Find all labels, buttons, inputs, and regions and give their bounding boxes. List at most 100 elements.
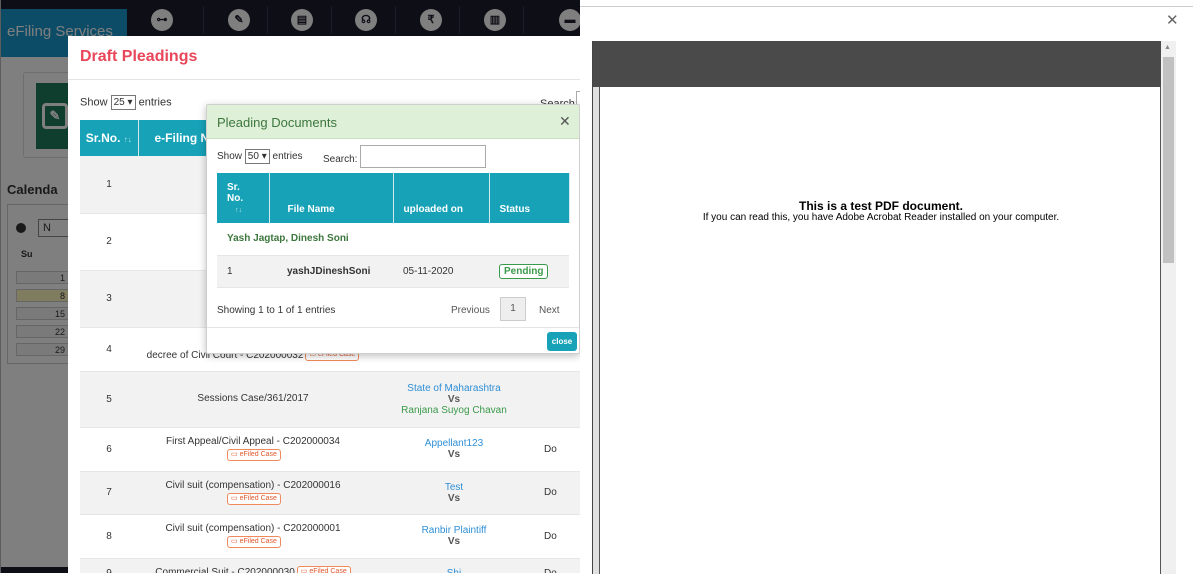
viewer-toolbar (593, 41, 1161, 87)
table-row[interactable]: 1 yashJDineshSoni 05-11-2020 Pending (217, 255, 569, 288)
respondent-label: Ranjana Suyog Chavan (401, 404, 507, 416)
monitor-icon: ▭ (231, 451, 240, 459)
close-button[interactable]: close (547, 332, 577, 351)
vs-label: Vs (447, 393, 461, 405)
sort-icon: ↑↓ (235, 207, 242, 214)
sr-cell: 2 (80, 213, 138, 271)
petitioner-link[interactable]: Shi (447, 568, 461, 574)
documents-link[interactable] (540, 371, 580, 428)
table-row[interactable]: 5 Sessions Case/361/2017 State of Maharash… (80, 371, 580, 428)
modal-header: Pleading Documents ✕ (207, 105, 579, 139)
petitioner-link[interactable]: Appellant123 (425, 438, 483, 449)
uploaded-on-cell: 05-11-2020 (393, 255, 489, 288)
case-title: First Appeal/Civil Appeal - C202000034 (166, 436, 340, 447)
header-label: File Name (287, 204, 335, 215)
efiled-badge: ▭ eFiled Case (227, 449, 281, 462)
status-cell: Pending (489, 255, 569, 288)
page-length-control: Show 50 ▾ entries (217, 149, 303, 164)
header-label: e-Filing N (154, 131, 210, 145)
next-button[interactable]: Next (539, 305, 560, 316)
search-label: Search: (323, 154, 358, 165)
scroll-up-icon[interactable]: ▲ (1164, 44, 1171, 51)
monitor-icon: ▭ (231, 538, 240, 546)
documents-link[interactable]: Do (540, 471, 580, 515)
petitioner-link[interactable]: Test (445, 482, 463, 493)
efiled-label: eFiled Case (309, 568, 347, 573)
column-header-sr[interactable]: Sr.No. ↑↓ (80, 120, 139, 156)
sr-cell: 1 (217, 255, 269, 288)
sr-cell: 8 (80, 514, 138, 559)
documents-link[interactable]: Do (540, 427, 580, 472)
sr-cell: 9 (80, 558, 138, 573)
show-label: Show (80, 96, 108, 109)
sort-icon: ↑↓ (123, 135, 132, 144)
page-button[interactable]: 1 (500, 297, 526, 321)
pdf-page: This is a test PDF document. If you can … (599, 87, 1161, 574)
case-title: Civil suit (compensation) - C202000001 (165, 523, 341, 534)
sr-cell: 7 (80, 471, 138, 515)
page-length-select[interactable]: 25 ▾ (110, 95, 136, 110)
petitioner-link[interactable]: Ranbir Plaintiff (422, 525, 487, 536)
column-header-status[interactable]: Status (489, 173, 570, 223)
sr-cell: 4 (80, 327, 138, 372)
vs-label: Vs (447, 492, 461, 504)
parties-cell: Test Vs (368, 471, 540, 515)
page-length-value: 50 (247, 151, 259, 162)
efiled-badge: ▭ eFiled Case (227, 536, 281, 549)
documents-link[interactable]: Do (540, 514, 580, 559)
parties-cell: Appellant123 Vs (368, 427, 540, 472)
parties-cell: State of Maharashtra Vs Ranjana Suyog Chav… (368, 371, 540, 428)
parties-cell: Shi (368, 558, 540, 573)
scrollbar[interactable]: ▲ (1161, 41, 1176, 574)
entries-label: entries (138, 96, 172, 109)
column-header-uploaded-on[interactable]: uploaded on (393, 173, 490, 223)
table-info: Showing 1 to 1 of 1 entries (217, 305, 336, 316)
efiled-label: eFiled Case (239, 494, 277, 502)
page-length-value: 25 (113, 97, 125, 108)
documents-link[interactable]: Do (540, 558, 580, 573)
search-input[interactable] (360, 145, 486, 168)
show-label: Show (217, 151, 243, 163)
case-cell: Sessions Case/361/2017 (138, 371, 368, 428)
group-row: Yash Jagtap, Dinesh Soni (217, 223, 569, 256)
case-cell: Commercial Suit - C202000030 ▭ eFiled Cas… (138, 558, 368, 573)
page-length-control: Show 25 ▾ entries (80, 95, 172, 110)
efiled-badge: ▭ eFiled Case (227, 492, 281, 505)
close-icon[interactable]: ✕ (1166, 11, 1179, 29)
entries-label: entries (272, 151, 303, 163)
efiled-label: eFiled Case (239, 538, 277, 546)
documents-table: Sr. No. ↑↓ File Name uploaded on Status Y… (217, 173, 570, 288)
sr-cell: 1 (80, 156, 138, 214)
table-row[interactable]: 9 Commercial Suit - C202000030 ▭ eFiled Ca… (80, 558, 580, 573)
vs-label: Vs (447, 449, 461, 460)
pdf-heading: This is a test PDF document. (798, 199, 964, 213)
efiled-label: eFiled Case (239, 451, 277, 459)
pleading-documents-modal: Pleading Documents ✕ Show 50 ▾ entries S… (206, 104, 580, 354)
table-row[interactable]: 6 First Appeal/Civil Appeal - C202000034 ▭… (80, 427, 580, 472)
header-label: uploaded on (403, 204, 463, 215)
efiled-badge: ▭ eFiled Case (296, 566, 351, 573)
page-length-select[interactable]: 50 ▾ (244, 149, 270, 164)
column-header-file-name[interactable]: File Name (269, 173, 394, 223)
table-row[interactable]: 7 Civil suit (compensation) - C202000016 ▭… (80, 471, 580, 515)
case-title: Sessions Case/361/2017 (197, 393, 309, 404)
column-header-sr[interactable]: Sr.No. ↑↓ (217, 173, 270, 223)
pdf-body-text: If you can read this, you have Adobe Acr… (702, 212, 1060, 223)
table-row[interactable]: 8 Civil suit (compensation) - C202000001 ▭… (80, 514, 580, 559)
group-label: Yash Jagtap, Dinesh Soni (217, 223, 569, 256)
sr-cell: 3 (80, 270, 138, 328)
close-icon[interactable]: ✕ (559, 113, 571, 130)
sr-cell: 6 (80, 427, 138, 472)
status-badge: Pending (499, 263, 549, 279)
file-name-link[interactable]: yashJDineshSoni (269, 255, 393, 288)
pdf-viewer-modal: ✕ This is a test PDF document. If you ca… (580, 6, 1193, 574)
case-title: Civil suit (compensation) - C202000016 (165, 479, 341, 491)
scroll-thumb[interactable] (1163, 57, 1174, 263)
header-label: No. (227, 193, 244, 204)
petitioner-link[interactable]: State of Maharashtra (407, 383, 500, 394)
case-cell: Civil suit (compensation) - C202000016 ▭ … (138, 471, 368, 515)
modal-title: Draft Pleadings (80, 48, 198, 65)
case-cell: Civil suit (compensation) - C202000001 ▭ … (138, 514, 368, 559)
previous-button[interactable]: Previous (451, 305, 490, 316)
case-cell: First Appeal/Civil Appeal - C202000034 ▭ … (138, 427, 368, 472)
